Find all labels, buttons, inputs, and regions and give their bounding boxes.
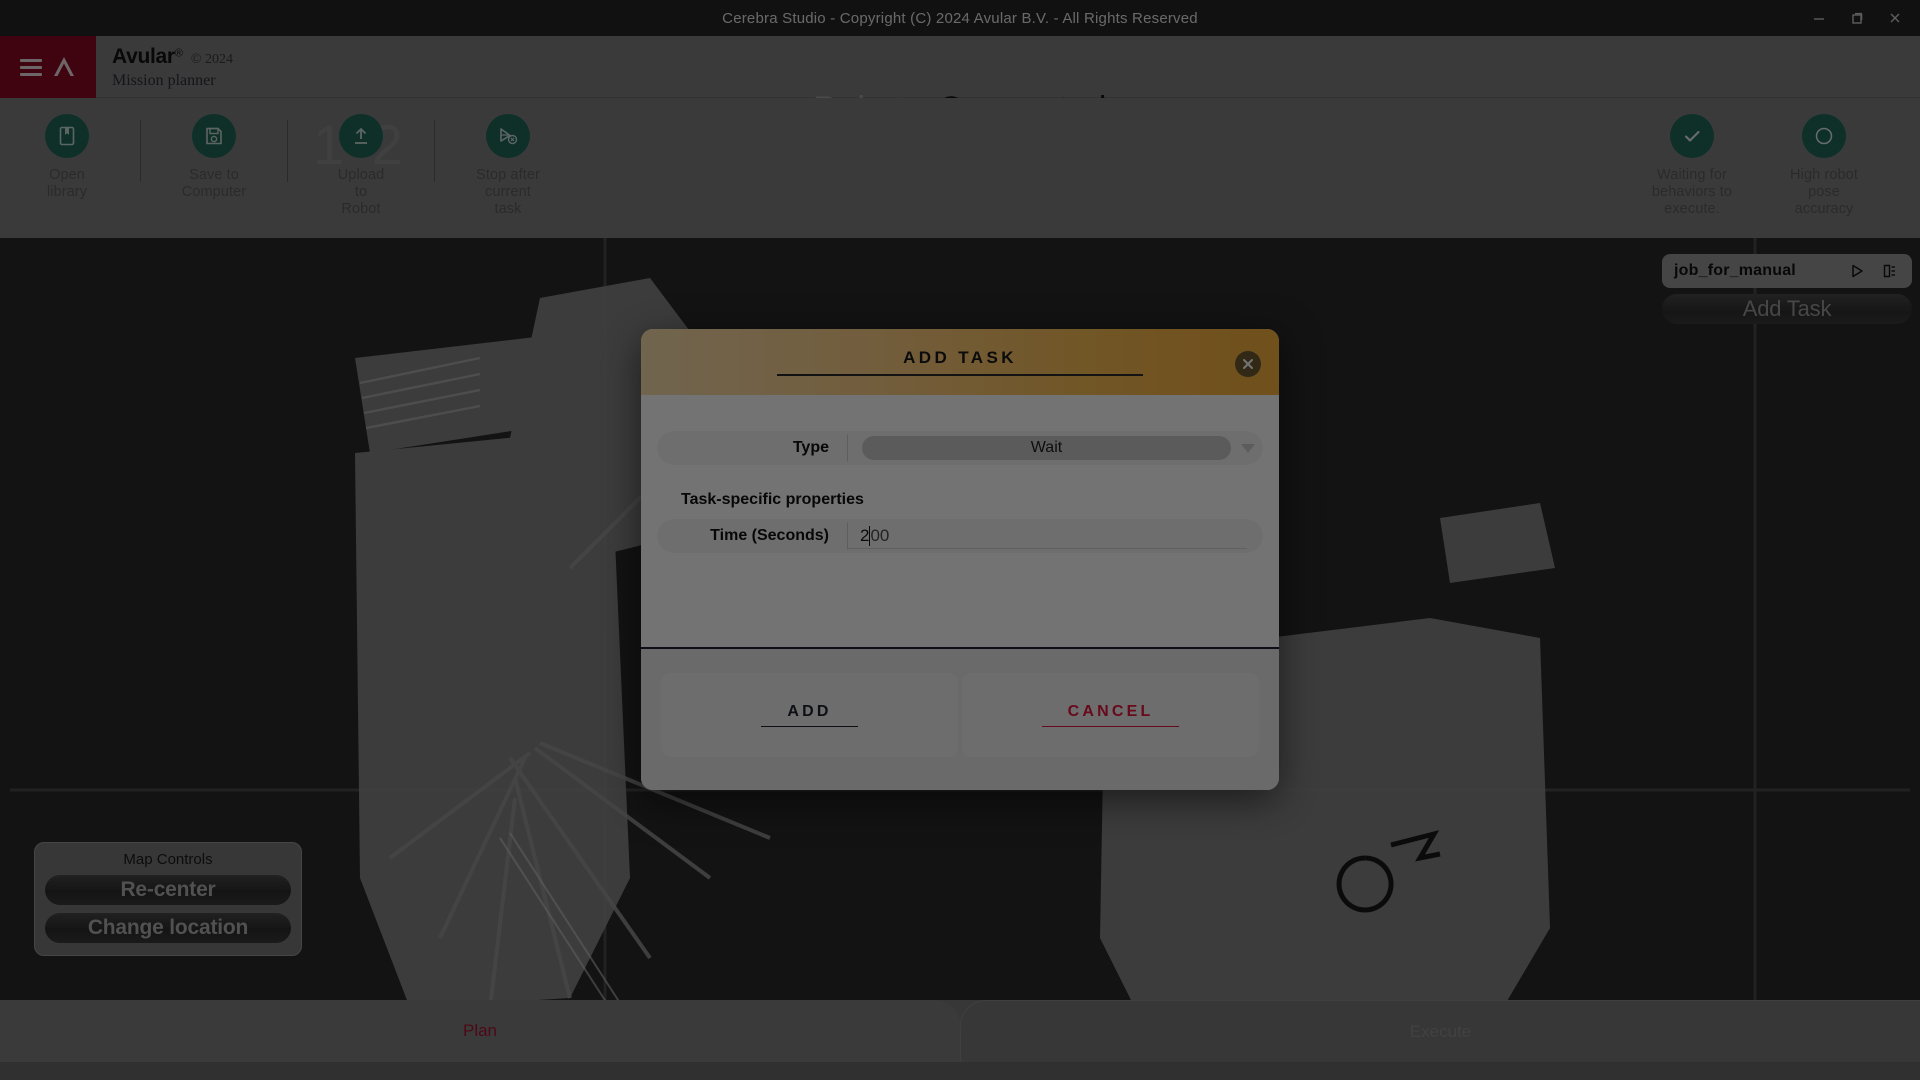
modal-overlay[interactable] — [0, 0, 1920, 1080]
application-window: Cerebra Studio - Copyright (C) 2024 Avul… — [0, 0, 1920, 1080]
